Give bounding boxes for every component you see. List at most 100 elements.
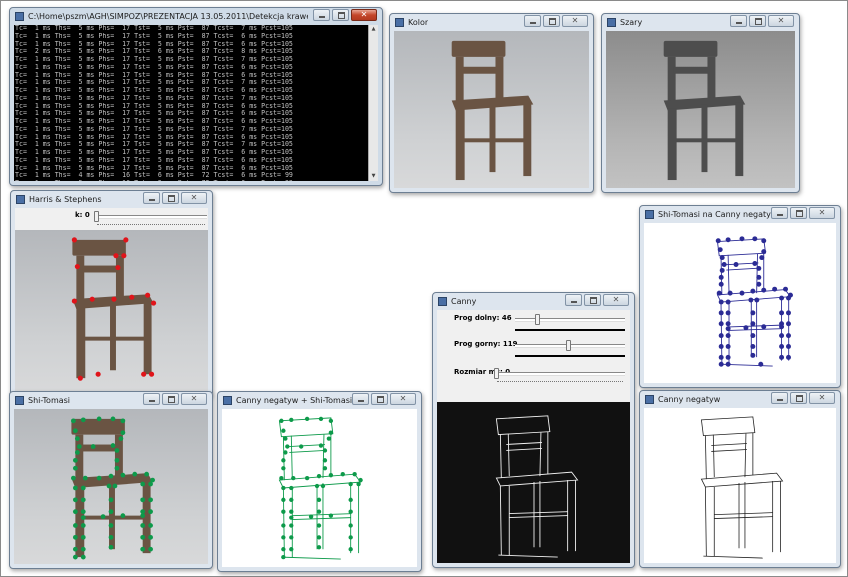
close-button[interactable]: ✕ (603, 294, 629, 306)
corner-point (110, 416, 116, 422)
canny-title-bar[interactable]: Canny ✕ (433, 293, 634, 310)
maximize-button[interactable] (749, 15, 766, 27)
harris-title-bar[interactable]: Harris & Stephens ✕ (11, 191, 212, 208)
kolor-window[interactable]: Kolor ✕ (389, 13, 594, 193)
minimize-button[interactable] (771, 392, 788, 404)
corner-point (725, 354, 731, 360)
corner-point (108, 544, 114, 550)
corner-point (148, 546, 153, 552)
console-line: Tc= 1 ms Ths= 5 ms Phs= 17 Tst= 5 ms Pst… (15, 56, 293, 63)
close-button[interactable]: ✕ (351, 9, 377, 21)
scroll-up-icon[interactable]: ▲ (370, 26, 377, 33)
corner-point (144, 471, 150, 477)
kolor-image (394, 31, 589, 188)
corner-point (304, 416, 310, 422)
corner-point (348, 497, 353, 503)
canny-low-track[interactable] (515, 318, 625, 322)
maximize-button[interactable] (162, 393, 179, 405)
corner-point (718, 281, 724, 287)
maximize-button[interactable] (371, 393, 388, 405)
console-line: Tc= 1 ms Ths= 5 ms Phs= 17 Tst= 5 ms Pst… (15, 149, 293, 156)
scroll-down-icon[interactable]: ▼ (370, 173, 377, 180)
maximize-button[interactable] (790, 392, 807, 404)
console-line: Tc= 1 ms Ths= 5 ms Phs= 17 Tst= 5 ms Pst… (15, 102, 293, 110)
corner-point (758, 361, 764, 367)
minimize-button[interactable] (524, 15, 541, 27)
maximize-button[interactable] (332, 9, 349, 21)
maximize-button[interactable] (584, 294, 601, 306)
corner-point (289, 515, 294, 520)
minimize-button[interactable] (565, 294, 582, 306)
harris-window[interactable]: Harris & Stephens ✕ k: 0 (10, 190, 213, 396)
corner-point (304, 475, 310, 481)
shitomasi-title-bar[interactable]: Shi-Tomasi ✕ (10, 392, 212, 409)
maximize-button[interactable] (543, 15, 560, 27)
close-button[interactable]: ✕ (768, 15, 794, 27)
canny-size-track[interactable] (495, 372, 625, 376)
corner-point (725, 326, 731, 332)
corner-point (118, 436, 124, 441)
kolor-title-bar[interactable]: Kolor ✕ (390, 14, 593, 31)
canny-neg-title-bar[interactable]: Canny negatyw ✕ (640, 391, 840, 408)
corner-point (120, 418, 126, 424)
close-button[interactable]: ✕ (809, 207, 835, 219)
corner-point (76, 444, 82, 449)
corner-point (718, 361, 724, 367)
shitomasi-image (14, 409, 208, 564)
szary-title-bar[interactable]: Szary ✕ (602, 14, 799, 31)
maximize-button[interactable] (162, 192, 179, 204)
canny-low-trackbar: Prog dolny: 46 (437, 310, 630, 336)
corner-point (74, 436, 80, 441)
console-title-bar[interactable]: C:\Home\pszm\AGH\SIMPOZ\PREZENTACJA 13.0… (10, 8, 382, 25)
close-button[interactable]: ✕ (390, 393, 416, 405)
szary-window[interactable]: Szary ✕ (601, 13, 800, 193)
corner-point (322, 458, 328, 463)
canny-neg-window[interactable]: Canny negatyw ✕ (639, 390, 841, 568)
corner-point (316, 497, 322, 503)
corner-point (316, 535, 322, 540)
corner-point (718, 310, 724, 316)
corner-point (96, 475, 102, 481)
minimize-button[interactable] (730, 15, 747, 27)
harris-k-track[interactable] (95, 215, 207, 219)
console-window[interactable]: C:\Home\pszm\AGH\SIMPOZ\PREZENTACJA 13.0… (9, 7, 383, 186)
kolor-title: Kolor (408, 18, 429, 27)
canny-size-thumb[interactable] (494, 368, 499, 379)
canny-neg-shi-title-bar[interactable]: Canny negatyw + Shi-Tomasi ✕ (218, 392, 421, 409)
minimize-button[interactable] (143, 393, 160, 405)
console-scrollbar[interactable]: ▲ ▼ (368, 25, 378, 181)
corner-point (148, 509, 153, 515)
corner-point (150, 300, 157, 306)
corner-point (281, 523, 286, 528)
minimize-button[interactable] (313, 9, 330, 21)
corner-point (754, 297, 760, 303)
canny-neg-shi-window[interactable]: Canny negatyw + Shi-Tomasi ✕ (217, 391, 422, 572)
close-button[interactable]: ✕ (562, 15, 588, 27)
harris-k-thumb[interactable] (94, 211, 99, 222)
minimize-button[interactable] (143, 192, 160, 204)
canny-window[interactable]: Canny ✕ Prog dolny: 46 Prog gorny: 119 R… (432, 292, 635, 568)
canny-high-thumb[interactable] (566, 340, 571, 351)
corner-point (756, 281, 762, 287)
corner-point (748, 297, 754, 303)
corner-point (279, 475, 284, 481)
corner-point (80, 523, 86, 528)
close-button[interactable]: ✕ (181, 192, 207, 204)
shitomasi-window[interactable]: Shi-Tomasi ✕ (9, 391, 213, 569)
corner-point (80, 485, 86, 491)
corner-point (283, 436, 288, 441)
corner-point (281, 466, 286, 471)
canny-neg-shi-title: Canny negatyw + Shi-Tomasi (236, 396, 353, 405)
shitomasi-canny-title-bar[interactable]: Shi-Tomasi na Canny negatyw ✕ (640, 206, 840, 223)
corner-point (80, 515, 86, 520)
shitomasi-canny-window[interactable]: Shi-Tomasi na Canny negatyw ✕ (639, 205, 841, 388)
canny-low-thumb[interactable] (535, 314, 540, 325)
minimize-button[interactable] (771, 207, 788, 219)
corner-point (71, 418, 76, 424)
console-output: Tc= 1 ms Ths= 5 ms Phs= 17 Tst= 5 ms Pst… (14, 25, 378, 181)
maximize-button[interactable] (790, 207, 807, 219)
close-button[interactable]: ✕ (181, 393, 207, 405)
corner-point (120, 513, 126, 518)
close-button[interactable]: ✕ (809, 392, 835, 404)
minimize-button[interactable] (352, 393, 369, 405)
